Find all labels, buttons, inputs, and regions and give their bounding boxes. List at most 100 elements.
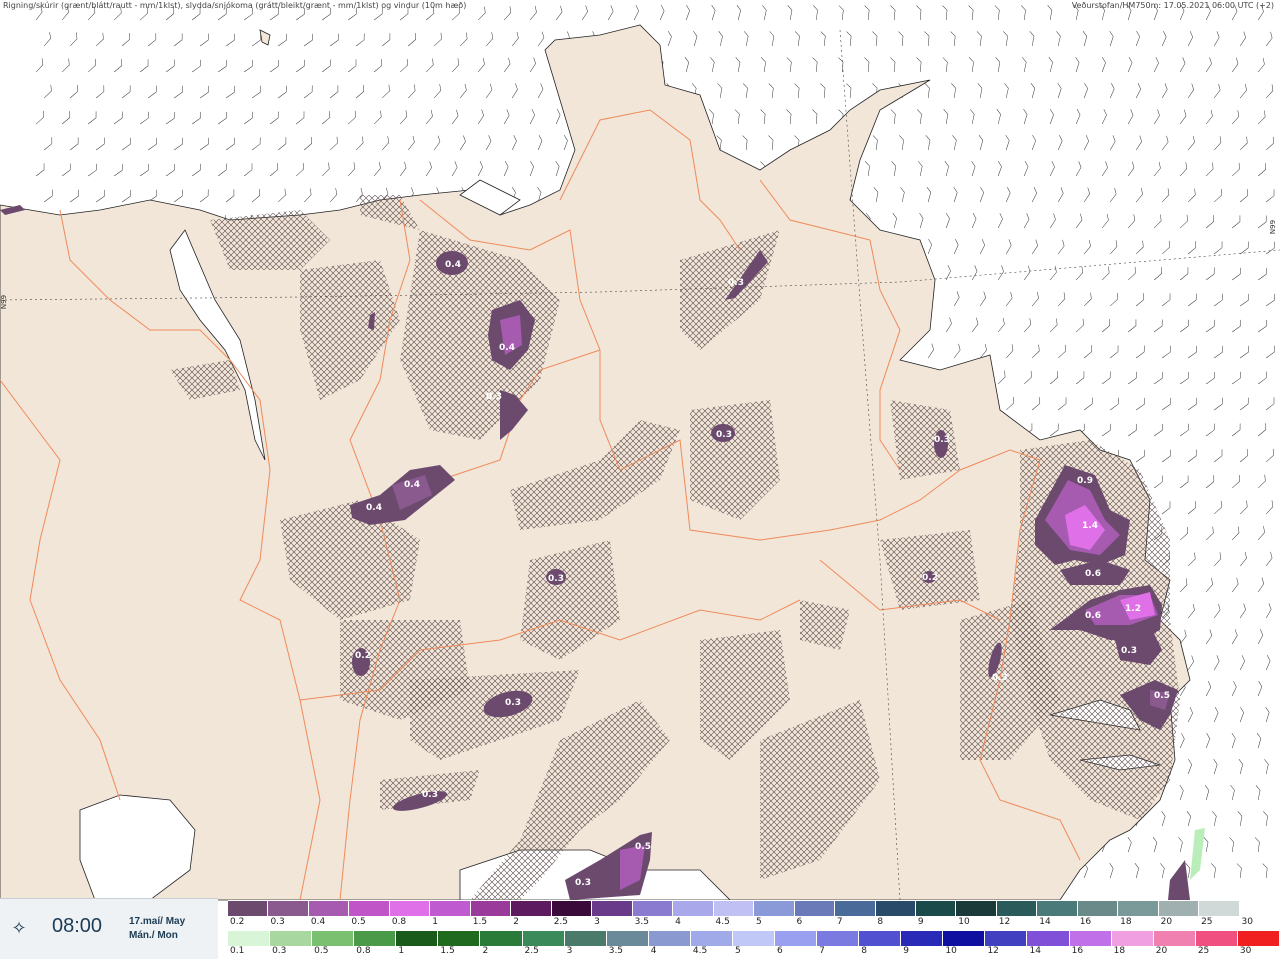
- precip-value-label: 0.9: [1077, 476, 1093, 486]
- legend-rain-row: [228, 931, 1280, 946]
- legend-label: 12: [987, 946, 999, 956]
- legend-swatch: [1069, 931, 1112, 946]
- legend-label: 2: [482, 946, 489, 956]
- legend-label: 3: [594, 917, 600, 927]
- legend-swatch: [349, 901, 390, 916]
- legend-swatch: [268, 901, 309, 916]
- map-title: Rigning/skúrir (grænt/blátt/rautt - mm/1…: [3, 1, 467, 10]
- legend-label: 0.4: [310, 917, 326, 927]
- legend-swatch: [551, 901, 593, 916]
- legend-label: 7: [836, 917, 843, 927]
- legend-label: 2.5: [524, 946, 539, 956]
- legend-swatch: [438, 931, 481, 946]
- precip-value-label: 1.4: [1082, 521, 1098, 531]
- legend-label: 20: [1155, 946, 1168, 956]
- legend-label: 8: [877, 917, 884, 927]
- color-legend: 0.2 0.3 0.4 0.5 0.8 1 1.5 2 2.5 3 3.5 4 4.5 5 6 7 8 9 10 12…: [228, 900, 1280, 958]
- legend-swatch: [835, 901, 876, 916]
- legend-label: 14: [1029, 946, 1041, 956]
- legend-label: 4: [675, 917, 681, 927]
- legend-swatch: [1199, 901, 1240, 916]
- legend-label: 0.8: [391, 917, 407, 927]
- legend-swatch: [690, 931, 733, 946]
- legend-label: 7: [819, 946, 825, 956]
- legend-label: 9: [917, 917, 924, 927]
- precip-value-label: 0.3: [716, 430, 732, 440]
- legend-label: 18: [1120, 917, 1132, 927]
- legend-label: 3.5: [634, 917, 649, 927]
- legend-label: 16: [1071, 946, 1084, 956]
- legend-label: 0.3: [272, 946, 287, 956]
- precip-value-label: 0.3: [934, 435, 950, 445]
- legend-swatch: [606, 931, 649, 946]
- legend-swatch: [1027, 931, 1070, 946]
- legend-label: 18: [1113, 946, 1126, 956]
- legend-swatch: [1158, 901, 1200, 916]
- precip-value-label: 0.6: [1085, 569, 1101, 579]
- precip-value-label: 0.3: [548, 574, 564, 584]
- legend-swatch: [732, 931, 776, 946]
- legend-swatch: [996, 901, 1038, 916]
- legend-label: 4.5: [715, 917, 730, 927]
- legend-swatch: [775, 931, 818, 946]
- legend-label: 3.5: [608, 946, 624, 956]
- legend-label: 4: [650, 946, 657, 956]
- graticule-label-left: N99: [0, 294, 9, 310]
- legend-label: 0.3: [270, 917, 285, 927]
- forecast-date: 17.maí/ May: [129, 916, 186, 927]
- time-panel: ✧ 08:00 17.maí/ May Mán./ Mon: [0, 898, 218, 959]
- precip-value-label: 0.3: [422, 790, 438, 800]
- legend-label: 9: [903, 946, 909, 956]
- precip-value-label: 0.3: [486, 392, 502, 402]
- legend-snow-row: [228, 901, 1280, 916]
- legend-swatch: [817, 931, 860, 946]
- precip-value-label: 0.2: [355, 651, 371, 661]
- legend-swatch: [859, 931, 902, 946]
- legend-label: 5: [734, 946, 741, 956]
- map-source-timestamp: Veðurstofan/HM750m: 17.05.2021 06:00 UTC…: [1071, 1, 1274, 10]
- legend-label: 1: [432, 917, 439, 927]
- legend-swatch: [713, 901, 755, 916]
- legend-swatch: [470, 901, 512, 916]
- legend-swatch: [511, 901, 552, 916]
- legend-swatch: [308, 901, 350, 916]
- legend-label: 6: [796, 917, 803, 927]
- legend-swatch: [648, 931, 691, 946]
- legend-swatch: [632, 901, 674, 916]
- precip-value-label: 0.4: [404, 480, 420, 490]
- legend-swatch: [754, 901, 795, 916]
- legend-swatch: [1118, 901, 1159, 916]
- precip-value-label: 1.2: [1125, 604, 1141, 614]
- legend-swatch: [875, 901, 916, 916]
- precip-value-label: 0.3: [505, 698, 521, 708]
- precip-value-label: 0.6: [1085, 611, 1101, 621]
- legend-swatch: [1037, 901, 1078, 916]
- precip-value-label: 0.2: [922, 573, 938, 583]
- legend-label: 0.2: [230, 917, 245, 927]
- legend-swatch: [1077, 901, 1119, 916]
- legend-label: 10: [945, 946, 957, 956]
- legend-swatch: [396, 931, 439, 946]
- legend-swatch: [1153, 931, 1196, 946]
- precip-value-label: 0.3: [728, 278, 744, 288]
- legend-label: 14: [1039, 917, 1051, 927]
- legend-swatch: [228, 931, 271, 946]
- precip-value-label: 0.5: [1154, 691, 1170, 701]
- forecast-time: 08:00: [52, 915, 103, 937]
- legend-swatch: [564, 931, 607, 946]
- legend-label: 3: [566, 946, 573, 956]
- legend-swatch: [985, 931, 1028, 946]
- legend-swatch: [943, 931, 986, 946]
- legend-swatch: [270, 931, 313, 946]
- precip-value-label: 0.4: [499, 343, 515, 353]
- legend-label: 30: [1241, 917, 1253, 927]
- precip-value-label: 0.3: [1121, 646, 1137, 656]
- legend-label: 2: [513, 917, 519, 927]
- legend-swatch: [522, 931, 565, 946]
- legend-swatch: [312, 931, 355, 946]
- forecast-weekday: Mán./ Mon: [129, 930, 178, 941]
- legend-label: 2.5: [553, 917, 569, 927]
- legend-swatch: [956, 901, 997, 916]
- legend-swatch: [1239, 901, 1280, 916]
- legend-swatch: [1111, 931, 1154, 946]
